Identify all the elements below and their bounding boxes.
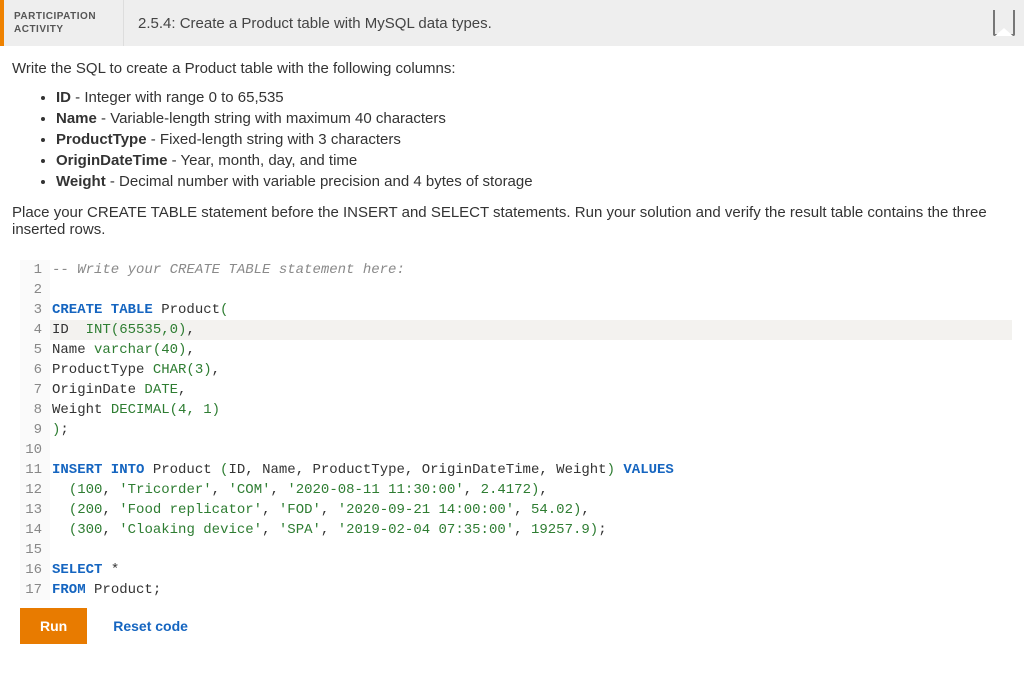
code-line[interactable]: 6ProductType CHAR(3), xyxy=(20,360,1012,380)
code-content[interactable]: (300, 'Cloaking device', 'SPA', '2019-02… xyxy=(50,520,1012,540)
prompt-trail: Place your CREATE TABLE statement before… xyxy=(12,204,1012,238)
code-line[interactable]: 10 xyxy=(20,440,1012,460)
bookmark-icon[interactable] xyxy=(984,0,1024,46)
list-item: OriginDateTime - Year, month, day, and t… xyxy=(56,152,1012,169)
line-number: 9 xyxy=(20,420,50,440)
badge-line-1: PARTICIPATION xyxy=(14,10,113,23)
code-content[interactable]: OriginDate DATE, xyxy=(50,380,1012,400)
line-number: 3 xyxy=(20,300,50,320)
line-number: 5 xyxy=(20,340,50,360)
code-line[interactable]: 17FROM Product; xyxy=(20,580,1012,600)
code-content[interactable]: CREATE TABLE Product( xyxy=(50,300,1012,320)
button-row: Run Reset code xyxy=(0,600,1024,652)
line-number: 12 xyxy=(20,480,50,500)
line-number: 6 xyxy=(20,360,50,380)
code-line[interactable]: 16SELECT * xyxy=(20,560,1012,580)
code-line[interactable]: 5Name varchar(40), xyxy=(20,340,1012,360)
code-content[interactable]: ProductType CHAR(3), xyxy=(50,360,1012,380)
code-editor[interactable]: 1-- Write your CREATE TABLE statement he… xyxy=(20,260,1012,600)
line-number: 1 xyxy=(20,260,50,280)
code-content[interactable]: Weight DECIMAL(4, 1) xyxy=(50,400,1012,420)
code-line[interactable]: 11INSERT INTO Product (ID, Name, Product… xyxy=(20,460,1012,480)
list-item: ProductType - Fixed-length string with 3… xyxy=(56,131,1012,148)
code-content[interactable]: ID INT(65535,0), xyxy=(50,320,1012,340)
line-number: 8 xyxy=(20,400,50,420)
code-line[interactable]: 13 (200, 'Food replicator', 'FOD', '2020… xyxy=(20,500,1012,520)
code-line[interactable]: 3CREATE TABLE Product( xyxy=(20,300,1012,320)
code-content[interactable]: INSERT INTO Product (ID, Name, ProductTy… xyxy=(50,460,1012,480)
line-number: 4 xyxy=(20,320,50,340)
code-line[interactable]: 7OriginDate DATE, xyxy=(20,380,1012,400)
line-number: 15 xyxy=(20,540,50,560)
code-content[interactable] xyxy=(50,540,1012,560)
code-content[interactable]: ); xyxy=(50,420,1012,440)
code-content[interactable]: (200, 'Food replicator', 'FOD', '2020-09… xyxy=(50,500,1012,520)
list-item: Name - Variable-length string with maxim… xyxy=(56,110,1012,127)
code-line[interactable]: 12 (100, 'Tricorder', 'COM', '2020-08-11… xyxy=(20,480,1012,500)
code-content[interactable]: (100, 'Tricorder', 'COM', '2020-08-11 11… xyxy=(50,480,1012,500)
activity-title: 2.5.4: Create a Product table with MySQL… xyxy=(124,0,984,46)
code-line[interactable]: 14 (300, 'Cloaking device', 'SPA', '2019… xyxy=(20,520,1012,540)
reset-code-link[interactable]: Reset code xyxy=(113,618,188,634)
activity-header: PARTICIPATION ACTIVITY 2.5.4: Create a P… xyxy=(0,0,1024,46)
code-content[interactable]: FROM Product; xyxy=(50,580,1012,600)
code-line[interactable]: 4ID INT(65535,0), xyxy=(20,320,1012,340)
code-line[interactable]: 15 xyxy=(20,540,1012,560)
list-item: Weight - Decimal number with variable pr… xyxy=(56,173,1012,190)
code-content[interactable]: -- Write your CREATE TABLE statement her… xyxy=(50,260,1012,280)
code-content[interactable] xyxy=(50,440,1012,460)
code-content[interactable]: Name varchar(40), xyxy=(50,340,1012,360)
activity-badge: PARTICIPATION ACTIVITY xyxy=(4,0,124,46)
code-line[interactable]: 2 xyxy=(20,280,1012,300)
line-number: 14 xyxy=(20,520,50,540)
activity-prompt: Write the SQL to create a Product table … xyxy=(0,46,1024,256)
line-number: 13 xyxy=(20,500,50,520)
list-item: ID - Integer with range 0 to 65,535 xyxy=(56,89,1012,106)
requirements-list: ID - Integer with range 0 to 65,535 Name … xyxy=(12,89,1012,190)
code-content[interactable]: SELECT * xyxy=(50,560,1012,580)
badge-line-2: ACTIVITY xyxy=(14,23,113,36)
run-button[interactable]: Run xyxy=(20,608,87,644)
line-number: 10 xyxy=(20,440,50,460)
line-number: 16 xyxy=(20,560,50,580)
code-line[interactable]: 1-- Write your CREATE TABLE statement he… xyxy=(20,260,1012,280)
code-content[interactable] xyxy=(50,280,1012,300)
line-number: 2 xyxy=(20,280,50,300)
code-line[interactable]: 8Weight DECIMAL(4, 1) xyxy=(20,400,1012,420)
line-number: 7 xyxy=(20,380,50,400)
line-number: 17 xyxy=(20,580,50,600)
line-number: 11 xyxy=(20,460,50,480)
code-line[interactable]: 9); xyxy=(20,420,1012,440)
prompt-intro: Write the SQL to create a Product table … xyxy=(12,60,1012,77)
